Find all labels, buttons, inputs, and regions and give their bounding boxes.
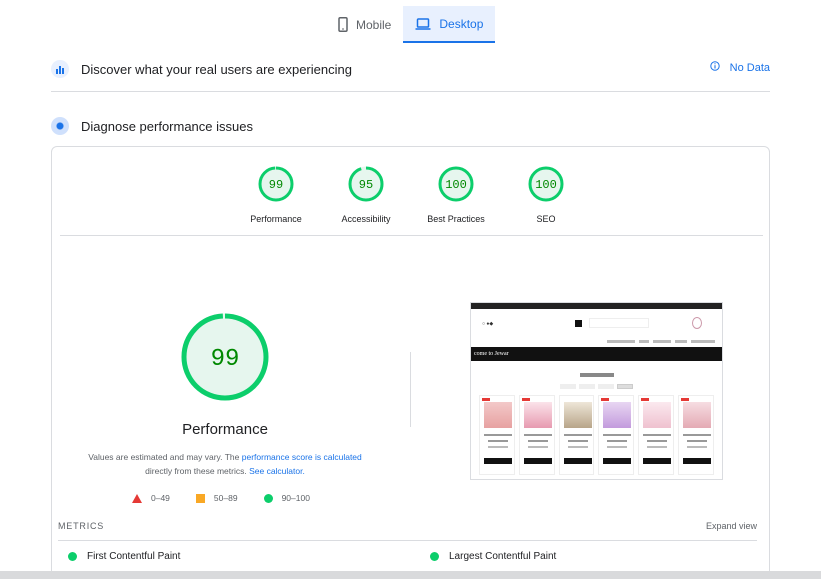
lighthouse-icon <box>51 117 69 135</box>
thumb-brand-logo <box>692 317 702 329</box>
score-legend: 0–49 50–89 90–100 <box>132 493 310 503</box>
thumb-chips <box>471 384 722 389</box>
score-gauges: 99 Performance 95 Accessibility 100 Best… <box>52 165 769 227</box>
gauge-seo-value: 100 <box>535 178 557 192</box>
final-screenshot[interactable]: ○ ●◆ come to Jewar <box>470 302 723 480</box>
thumb-product <box>678 395 714 475</box>
section-divider <box>51 91 770 92</box>
pass-circle-icon <box>430 552 439 561</box>
legend-fail-range: 0–49 <box>151 493 170 503</box>
diagnose-section: Diagnose performance issues <box>51 115 770 137</box>
gauge-best-practices-value: 100 <box>445 178 467 192</box>
thumb-product <box>598 395 635 475</box>
pass-circle-icon <box>68 552 77 561</box>
performance-title: Performance <box>182 421 268 438</box>
lab-data-card: 99 Performance 95 Accessibility 100 Best… <box>51 146 770 579</box>
thumb-product <box>638 395 675 475</box>
thumb-search <box>589 318 649 328</box>
see-calculator-link[interactable]: See calculator. <box>249 466 305 476</box>
expand-view-button[interactable]: Expand view <box>706 521 757 531</box>
legend-average: 50–89 <box>195 493 238 503</box>
no-data-label: No Data <box>729 61 770 74</box>
tab-desktop-label: Desktop <box>439 16 484 31</box>
gauge-seo-label: SEO <box>536 214 556 224</box>
bottom-scrollbar[interactable] <box>0 571 821 579</box>
device-tabs: Mobile Desktop <box>326 6 496 43</box>
performance-gauge-ring: 99 <box>258 166 294 202</box>
metric-fcp-label: First Contentful Paint <box>87 551 181 562</box>
legend-average-range: 50–89 <box>213 493 238 503</box>
tab-mobile[interactable]: Mobile <box>326 6 403 43</box>
gauge-accessibility[interactable]: 95 Accessibility <box>321 165 411 224</box>
thumb-section-title <box>579 373 614 377</box>
thumb-product <box>558 395 595 475</box>
tab-desktop[interactable]: Desktop <box>403 6 496 43</box>
thumb-product <box>479 395 515 475</box>
performance-big-score: 99 <box>211 346 240 373</box>
thumb-banner: come to Jewar <box>471 347 722 361</box>
note-text-mid: directly from these metrics. <box>145 466 250 476</box>
triangle-icon <box>132 493 142 503</box>
square-icon <box>195 493 205 503</box>
metrics-heading: METRICS <box>58 521 105 531</box>
gauge-accessibility-label: Accessibility <box>341 214 391 224</box>
info-icon <box>709 61 720 74</box>
vertical-divider <box>410 352 411 427</box>
circle-icon <box>263 493 273 503</box>
field-data-section: Discover what your real users are experi… <box>51 58 770 80</box>
no-data-status[interactable]: No Data <box>709 61 770 74</box>
gauge-performance[interactable]: 99 Performance <box>231 165 321 224</box>
thumb-product <box>518 395 555 475</box>
legend-fail: 0–49 <box>132 493 170 503</box>
seo-gauge-ring: 100 <box>528 166 564 202</box>
performance-score-link[interactable]: performance score is calculated <box>242 452 362 462</box>
gauge-seo[interactable]: 100 SEO <box>501 165 591 224</box>
best-practices-gauge-ring: 100 <box>438 166 474 202</box>
gauge-performance-label: Performance <box>250 214 302 224</box>
thumb-logo <box>575 320 582 327</box>
gauge-accessibility-value: 95 <box>359 178 373 192</box>
gauge-best-practices[interactable]: 100 Best Practices <box>411 165 501 224</box>
thumb-nav-icons: ○ ●◆ <box>482 321 494 327</box>
accessibility-gauge-ring: 95 <box>348 166 384 202</box>
metric-lcp-label: Largest Contentful Paint <box>449 551 557 562</box>
card-divider <box>60 235 763 236</box>
metrics-divider <box>58 540 757 541</box>
legend-pass: 90–100 <box>263 493 310 503</box>
metric-lcp: Largest Contentful Paint <box>430 551 556 562</box>
thumb-products <box>471 395 722 475</box>
phone-icon <box>338 17 348 32</box>
note-text-prefix: Values are estimated and may vary. The <box>88 452 242 462</box>
field-data-title: Discover what your real users are experi… <box>81 61 352 77</box>
performance-note: Values are estimated and may vary. The p… <box>74 450 376 478</box>
diagnose-title: Diagnose performance issues <box>81 118 253 134</box>
users-chart-icon <box>51 60 69 78</box>
laptop-icon <box>415 17 431 30</box>
legend-pass-range: 90–100 <box>281 493 310 503</box>
metric-fcp: First Contentful Paint <box>68 551 180 562</box>
gauge-performance-value: 99 <box>269 178 283 192</box>
performance-big-gauge: 99 <box>181 313 269 401</box>
thumb-submenu <box>471 337 722 347</box>
thumb-nav: ○ ●◆ <box>471 309 722 337</box>
tab-mobile-label: Mobile <box>356 17 392 32</box>
gauge-best-practices-label: Best Practices <box>427 214 485 224</box>
